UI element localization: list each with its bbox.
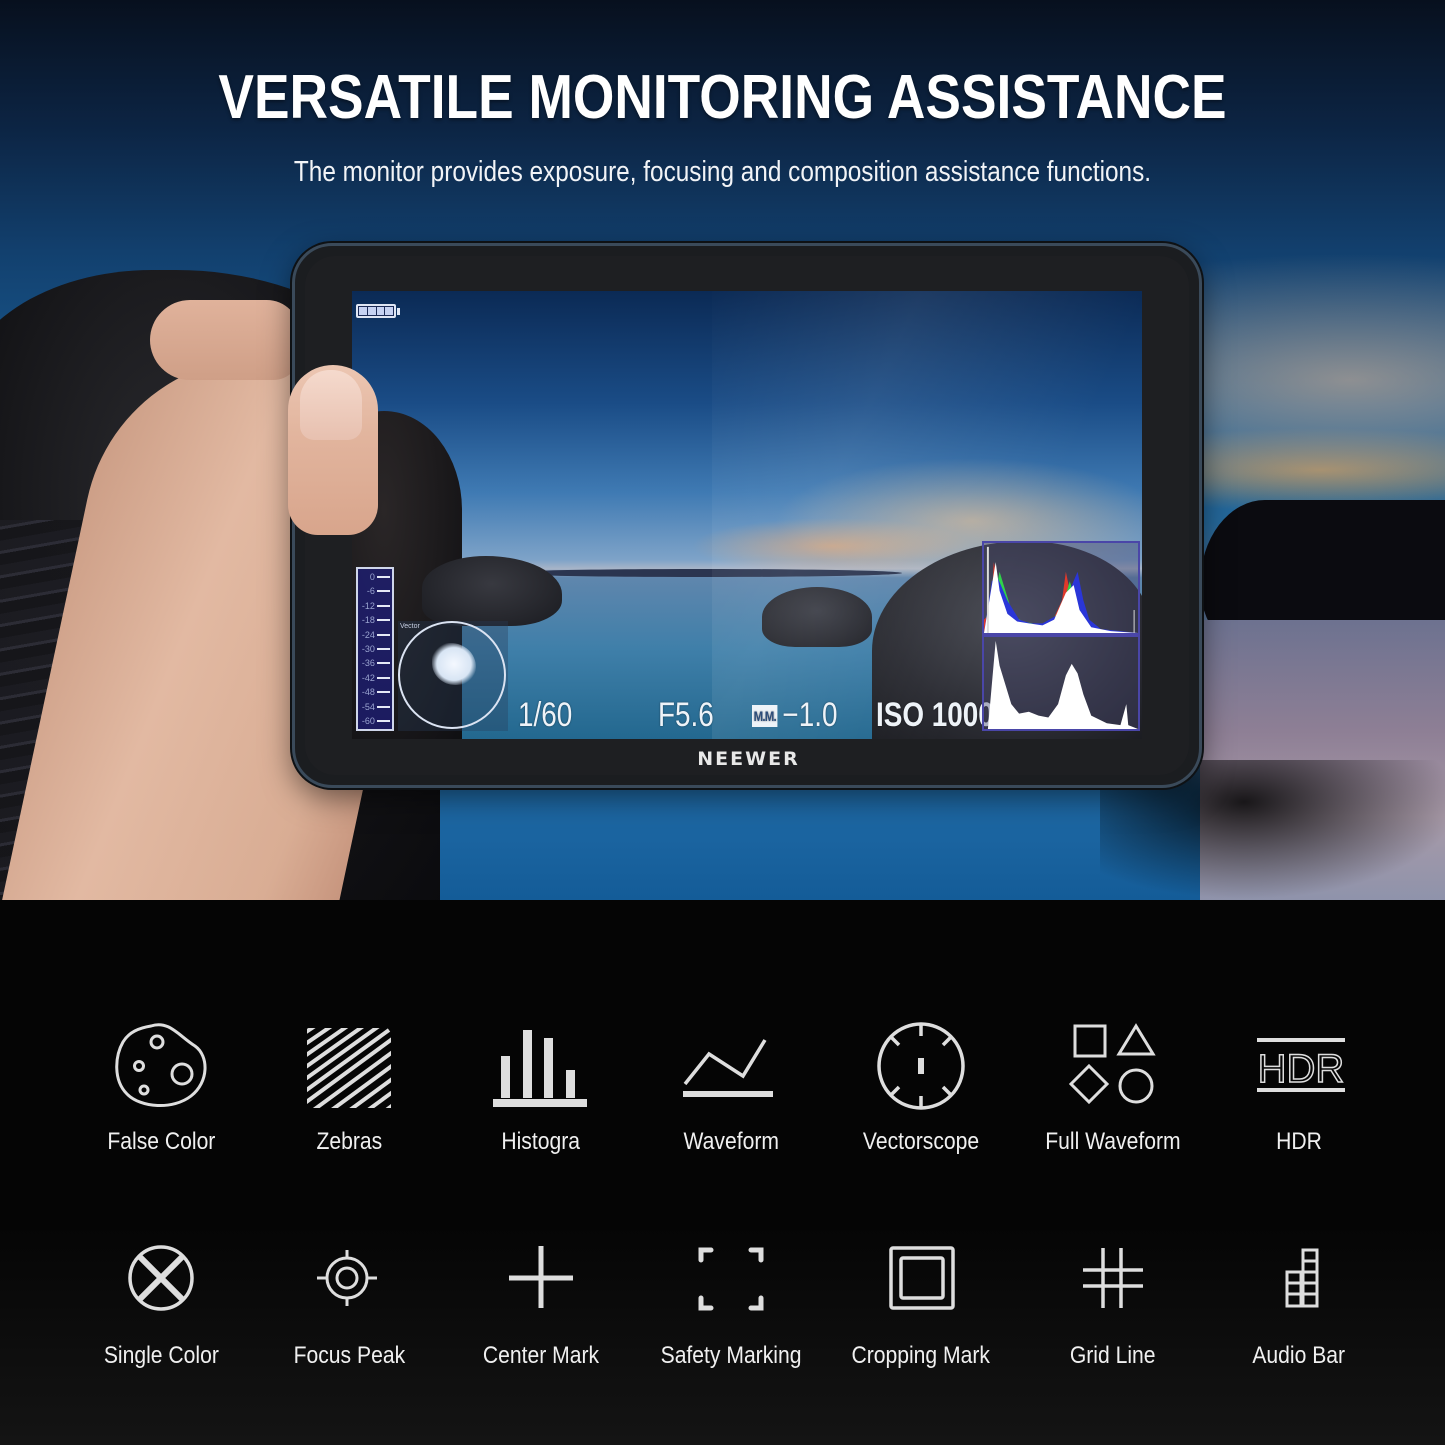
audio-meter-tick-label: -60 xyxy=(361,715,375,726)
feature-false-color: False Color xyxy=(66,1010,256,1156)
feature-label: Waveform xyxy=(683,1128,779,1155)
feature-waveform: Waveform xyxy=(636,1010,826,1156)
feature-label: Safety Marking xyxy=(660,1342,802,1369)
svg-text:HDR: HDR xyxy=(1258,1047,1345,1091)
feature-label: Single Color xyxy=(103,1342,219,1369)
audio-meter-tick: -18 xyxy=(360,614,390,626)
audio-meter-tick: 0 xyxy=(360,571,390,583)
zebra-stripes-icon xyxy=(299,1010,399,1110)
vectorscope-icon xyxy=(871,1010,971,1110)
crosshair-target-icon xyxy=(299,1228,399,1328)
audio-meter-tick-mark xyxy=(376,604,390,607)
feature-single-color: Single Color xyxy=(66,1228,256,1370)
audio-meter-tick-label: -42 xyxy=(361,672,375,683)
audio-meter-tick-label: -12 xyxy=(361,600,375,611)
brand-logo: NEEWER xyxy=(697,748,800,770)
feature-audio-bar: Audio Bar xyxy=(1204,1228,1394,1370)
luma-histogram-overlay xyxy=(982,635,1140,731)
audio-meter-tick-mark xyxy=(376,633,390,636)
feature-label: Full Waveform xyxy=(1045,1128,1181,1155)
audio-meter-tick: -48 xyxy=(360,686,390,698)
audio-meter-tick: -12 xyxy=(360,600,390,612)
feature-grid-line: Grid Line xyxy=(1018,1228,1208,1370)
audio-meter-tick: -6 xyxy=(360,585,390,597)
feature-vectorscope: Vectorscope xyxy=(826,1010,1016,1156)
feature-label: Zebras xyxy=(316,1128,382,1155)
hdr-icon: HDR xyxy=(1249,1010,1349,1110)
battery-full-icon xyxy=(356,303,400,319)
feature-cropping-mark: Cropping Mark xyxy=(826,1228,1016,1370)
audio-meter-tick-label: 0 xyxy=(369,572,375,582)
audio-meter-tick: -54 xyxy=(360,701,390,713)
feature-center-mark: Center Mark xyxy=(446,1228,636,1370)
audio-meter-tick-mark xyxy=(376,719,390,722)
audio-meter-tick-label: -48 xyxy=(361,687,375,698)
rgb-histogram-overlay xyxy=(982,541,1140,635)
circle-x-icon xyxy=(111,1228,211,1328)
feature-label: HDR xyxy=(1276,1128,1322,1155)
nested-squares-icon xyxy=(871,1228,971,1328)
audio-meter-tick-label: -54 xyxy=(361,701,375,712)
audio-meter-tick-label: -6 xyxy=(366,586,375,597)
audio-meter-tick-mark xyxy=(376,691,390,694)
feature-label: Focus Peak xyxy=(293,1342,405,1369)
audio-meter-tick-mark xyxy=(376,662,390,665)
corner-brackets-icon xyxy=(681,1228,781,1328)
audio-meter-tick-mark xyxy=(376,676,390,679)
feature-histogram: Histogra xyxy=(446,1010,636,1156)
luma-histogram-trace xyxy=(987,640,1138,729)
thumbnail-nail xyxy=(300,370,362,440)
feature-label: False Color xyxy=(107,1128,215,1155)
feature-label: Grid Line xyxy=(1070,1342,1156,1369)
feature-full-waveform: Full Waveform xyxy=(1018,1010,1208,1156)
vectorscope-overlay: Vector xyxy=(398,621,508,731)
exposure-compensation-readout: M.M. −1.0 xyxy=(752,696,837,735)
feature-safety-marking: Safety Marking xyxy=(636,1228,826,1370)
hand-finger xyxy=(150,300,300,380)
feature-label: Histogra xyxy=(501,1128,581,1155)
feature-label: Vectorscope xyxy=(862,1128,980,1155)
audio-meter-tick-label: -30 xyxy=(361,643,375,654)
audio-meter-tick: -36 xyxy=(360,657,390,669)
audio-level-meter: 0 -6 -12 -18 -24 -30 -36 -42 -48 -54 -60 xyxy=(356,567,394,731)
feature-focus-peak: Focus Peak xyxy=(254,1228,444,1370)
monitor-screen: 0 -6 -12 -18 -24 -30 -36 -42 -48 -54 -60 Vector 1/… xyxy=(352,291,1142,739)
audio-level-icon xyxy=(1249,1228,1349,1328)
audio-meter-tick-mark xyxy=(376,576,390,578)
waveform-icon xyxy=(681,1010,781,1110)
feature-label: Center Mark xyxy=(482,1342,600,1369)
audio-meter-tick: -42 xyxy=(360,672,390,684)
feature-grid: False Color Zebras Histogra Waveform Vec… xyxy=(0,900,1445,1445)
audio-meter-tick-mark xyxy=(376,647,390,650)
feature-label: Audio Bar xyxy=(1252,1342,1346,1369)
aperture-readout: F5.6 xyxy=(658,696,714,734)
vectorscope-label: Vector xyxy=(400,623,420,630)
palette-icon xyxy=(111,1010,211,1110)
histogram-icon xyxy=(491,1010,591,1110)
audio-meter-tick-mark xyxy=(376,590,390,593)
iso-readout: ISO 1000 xyxy=(876,696,994,734)
shapes-icon xyxy=(1063,1010,1163,1110)
plus-icon xyxy=(491,1228,591,1328)
exposure-compensation-value: −1.0 xyxy=(782,696,838,734)
feature-hdr: HDR HDR xyxy=(1204,1010,1394,1156)
feature-label: Cropping Mark xyxy=(851,1342,991,1369)
audio-meter-tick-mark xyxy=(376,705,390,708)
page-subtitle: The monitor provides exposure, focusing … xyxy=(293,156,1152,188)
audio-meter-tick-mark xyxy=(376,619,390,622)
grid-hash-icon xyxy=(1063,1228,1163,1328)
audio-meter-tick-label: -36 xyxy=(361,658,375,669)
feature-zebras: Zebras xyxy=(254,1010,444,1156)
audio-meter-tick: -30 xyxy=(360,643,390,655)
shutter-speed-readout: 1/60 xyxy=(518,696,573,734)
audio-meter-tick: -24 xyxy=(360,629,390,641)
page-title: VERSATILE MONITORING ASSISTANCE xyxy=(218,63,1227,132)
screen-rock-mid xyxy=(422,556,562,626)
audio-meter-tick-label: -18 xyxy=(361,615,375,626)
metering-mode-icon: M.M. xyxy=(752,704,778,727)
audio-meter-tick-label: -24 xyxy=(361,629,375,640)
audio-meter-tick: -60 xyxy=(360,715,390,727)
